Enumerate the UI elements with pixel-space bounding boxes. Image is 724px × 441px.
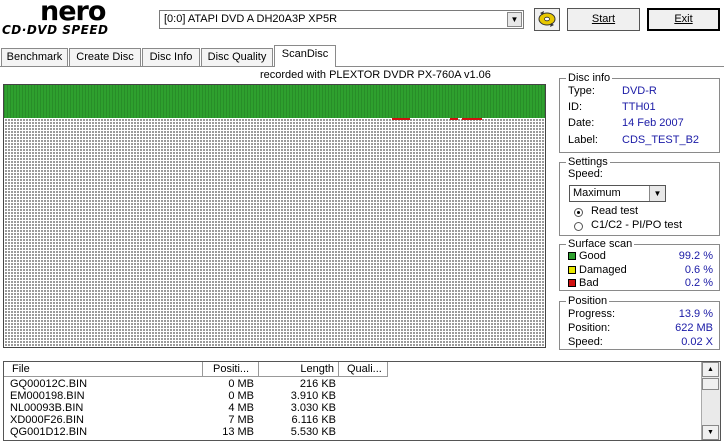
chevron-down-icon[interactable]: ▼	[507, 12, 522, 27]
disc-date-value: 14 Feb 2007	[622, 117, 684, 129]
column-header-position[interactable]: Positi...	[203, 362, 259, 377]
column-header-length[interactable]: Length	[259, 362, 339, 377]
column-header-quality[interactable]: Quali...	[339, 362, 388, 377]
scroll-down-icon[interactable]: ▼	[702, 425, 719, 440]
position-group: Position Progress: 13.9 % Position: 622 …	[559, 295, 720, 350]
tab-label: Benchmark	[6, 51, 63, 63]
tab-benchmark[interactable]: Benchmark	[1, 48, 68, 66]
file-length: 6.116 KB	[291, 414, 336, 426]
file-position: 13 MB	[222, 426, 254, 438]
damaged-value: 0.6 %	[684, 264, 713, 276]
file-length: 3.910 KB	[290, 390, 336, 402]
disc-id-label: ID:	[568, 101, 583, 113]
scroll-thumb[interactable]	[702, 378, 719, 390]
logo-product: CD·DVD SPEED	[2, 23, 109, 37]
tab-scandisc[interactable]: ScanDisc	[274, 45, 336, 67]
nero-logo: nero CD·DVD SPEED	[0, 0, 150, 40]
file-name: XD000F26.BIN	[10, 414, 84, 426]
tab-disc-info[interactable]: Disc Info	[142, 48, 200, 66]
bad-value: 0.2 %	[684, 277, 713, 289]
disc-type-value: DVD-R	[622, 85, 657, 97]
disc-label-value: CDS_TEST_B2	[622, 134, 700, 146]
tab-label: ScanDisc	[281, 48, 329, 60]
disc-info-group: Disc info Type: DVD-R ID: TTH01 Date: 14…	[559, 72, 720, 153]
good-value: 99.2 %	[678, 250, 713, 262]
drive-select[interactable]: [0:0] ATAPI DVD A DH20A3P XP5R ▼	[159, 10, 524, 29]
disc-label-label: Label:	[568, 134, 598, 146]
group-title: Disc info	[566, 72, 613, 84]
c1c2-test-radio[interactable]	[574, 222, 583, 231]
scroll-up-icon[interactable]: ▲	[702, 362, 719, 377]
position-value: 622 MB	[675, 322, 713, 334]
file-name: EM000198.BIN	[10, 390, 85, 402]
good-label: Good	[579, 250, 606, 262]
chevron-down-icon[interactable]: ▼	[649, 186, 665, 201]
speed-readout-label: Speed:	[568, 336, 603, 348]
good-row: Good	[568, 250, 606, 262]
bad-row: Bad	[568, 277, 599, 289]
scan-surface-map	[3, 84, 546, 348]
bad-label: Bad	[579, 277, 599, 289]
damaged-label: Damaged	[579, 264, 627, 276]
file-name: QG001D12.BIN	[10, 426, 88, 438]
file-name: NL00093B.BIN	[10, 402, 84, 414]
file-length: 5.530 KB	[290, 426, 336, 438]
recorder-info: recorded with PLEXTOR DVDR PX-760A v1.06	[260, 69, 491, 81]
position-label: Position:	[568, 322, 611, 334]
group-title: Surface scan	[566, 238, 635, 250]
tab-disc-quality[interactable]: Disc Quality	[201, 48, 273, 66]
tab-create-disc[interactable]: Create Disc	[69, 48, 141, 66]
refresh-drive-button[interactable]	[534, 8, 560, 31]
start-button[interactable]: Start	[567, 8, 640, 31]
file-length: 3.030 KB	[290, 402, 336, 414]
speed-select[interactable]: Maximum ▼	[569, 185, 666, 202]
progress-value: 13.9 %	[678, 308, 713, 320]
column-header-file[interactable]: File	[4, 362, 203, 377]
start-button-label: Start	[591, 13, 616, 25]
group-title: Settings	[566, 156, 610, 168]
bad-sector-mark	[392, 118, 410, 120]
disc-refresh-icon	[538, 11, 556, 27]
bad-sector-mark	[450, 118, 458, 120]
file-position: 7 MB	[228, 414, 254, 426]
file-position: 4 MB	[228, 402, 254, 414]
tab-label: Create Disc	[76, 51, 134, 63]
disc-type-label: Type:	[568, 85, 595, 97]
tab-divider	[0, 66, 724, 67]
read-test-radio[interactable]	[574, 208, 583, 217]
file-list[interactable]: File Positi... Length Quali... GQ00012C.…	[3, 361, 721, 441]
drive-select-value: [0:0] ATAPI DVD A DH20A3P XP5R	[164, 13, 338, 25]
settings-group: Settings Speed: Maximum ▼ Read test C1/C…	[559, 156, 720, 236]
exit-button[interactable]: Exit	[647, 8, 720, 31]
vertical-scrollbar[interactable]: ▲ ▼	[701, 362, 720, 440]
speed-select-value: Maximum	[573, 187, 621, 199]
file-position: 0 MB	[228, 378, 254, 390]
file-name: GQ00012C.BIN	[10, 378, 88, 390]
damaged-swatch	[568, 266, 576, 275]
disc-id-value: TTH01	[622, 101, 656, 113]
good-swatch	[568, 252, 576, 261]
tab-label: Disc Info	[149, 51, 193, 63]
exit-button-label: Exit	[674, 13, 693, 25]
damaged-row: Damaged	[568, 264, 627, 276]
surface-scan-group: Surface scan Good 99.2 % Damaged 0.6 % B…	[559, 238, 720, 291]
disc-date-label: Date:	[568, 117, 595, 129]
c1c2-test-label[interactable]: C1/C2 - PI/PO test	[591, 219, 682, 231]
file-length: 216 KB	[299, 378, 336, 390]
speed-readout-value: 0.02 X	[681, 336, 713, 348]
group-title: Position	[566, 295, 610, 307]
read-test-label[interactable]: Read test	[591, 205, 638, 217]
bad-swatch	[568, 279, 576, 288]
speed-label: Speed:	[568, 168, 603, 180]
bad-sector-mark	[462, 118, 482, 120]
scanned-good-region	[4, 85, 545, 118]
progress-label: Progress:	[568, 308, 616, 320]
file-position: 0 MB	[228, 390, 254, 402]
tab-label: Disc Quality	[207, 51, 267, 63]
